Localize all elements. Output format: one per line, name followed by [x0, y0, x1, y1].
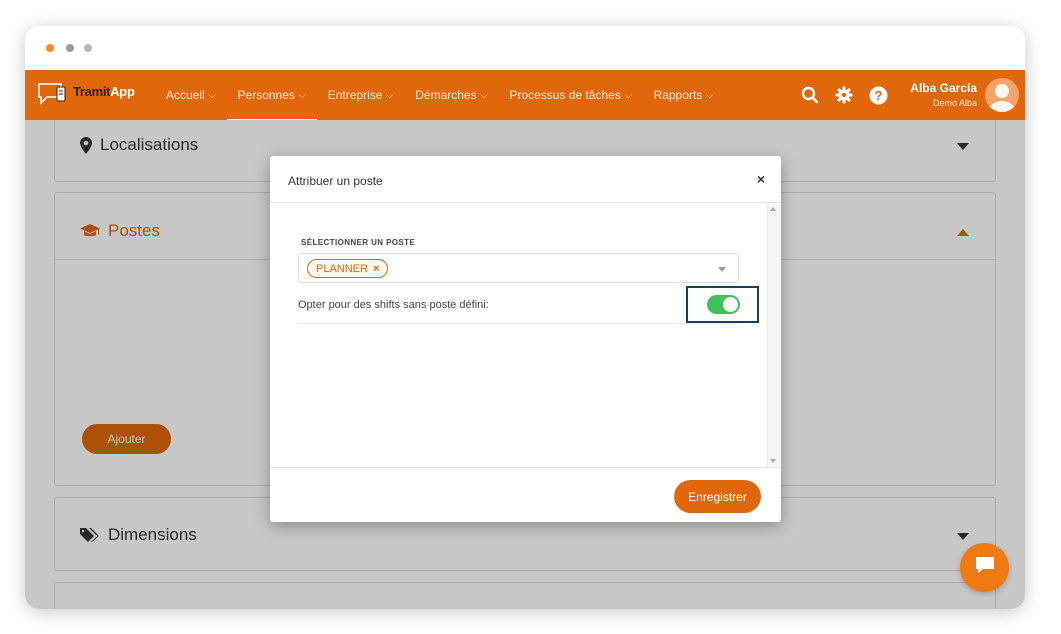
chat-launcher[interactable] [960, 543, 1009, 592]
avatar[interactable] [985, 78, 1019, 112]
nav-right-area: ? Alba García Demo Alba [785, 70, 1025, 120]
chevron-down-icon: ⌵ [298, 89, 306, 100]
user-name[interactable]: Alba García [910, 81, 977, 95]
nav-item-personnes[interactable]: Personnes ⌵ [226, 70, 317, 122]
scroll-up-icon[interactable] [770, 207, 776, 211]
logo-text: TramitApp [73, 84, 135, 99]
scroll-down-icon[interactable] [770, 459, 776, 463]
tramitapp-logo[interactable]: TramitApp [37, 82, 135, 106]
main-nav: Accueil ⌵ Personnes ⌵ Entreprise ⌵ Démarche… [155, 70, 725, 122]
modal-header: Attribuer un poste × [270, 156, 781, 203]
toggle-label: Opter pour des shifts sans poste défini: [298, 299, 489, 311]
modal-footer: Enregistrer [270, 467, 781, 522]
toggle-knob [723, 297, 738, 312]
top-navbar: TramitApp Accueil ⌵ Personnes ⌵ Entreprise… [25, 70, 1025, 122]
modal-title: Attribuer un poste [288, 174, 383, 188]
selected-tag-planner: PLANNER × [307, 259, 389, 278]
nav-item-accueil[interactable]: Accueil ⌵ [155, 70, 227, 120]
select-poste-label: SÉLECTIONNER UN POSTE [301, 238, 416, 247]
row-divider [298, 323, 739, 324]
modal-scrollbar[interactable] [767, 204, 781, 467]
gear-icon[interactable] [833, 84, 855, 106]
chevron-down-icon: ⌵ [208, 89, 216, 100]
assign-poste-modal: Attribuer un poste × SÉLECTIONNER UN POS… [270, 156, 781, 522]
nav-item-rapports[interactable]: Rapports ⌵ [643, 70, 725, 120]
close-icon[interactable]: × [757, 171, 765, 187]
shifts-sans-poste-toggle[interactable] [707, 295, 740, 314]
save-button[interactable]: Enregistrer [674, 480, 761, 513]
chevron-down-icon: ⌵ [624, 89, 632, 100]
chat-icon [974, 555, 996, 580]
modal-body: SÉLECTIONNER UN POSTE PLANNER × Opter pou… [270, 204, 781, 467]
window-titlebar [25, 26, 1025, 70]
user-company: Demo Alba [932, 98, 977, 108]
chevron-down-icon[interactable] [718, 267, 726, 272]
nav-item-entreprise[interactable]: Entreprise ⌵ [317, 70, 405, 120]
search-icon[interactable] [799, 84, 821, 106]
nav-item-processus[interactable]: Processus de tâches ⌵ [498, 70, 642, 120]
logo-speech-icon [38, 83, 66, 105]
help-icon[interactable]: ? [867, 84, 889, 106]
chevron-down-icon: ⌵ [480, 89, 488, 100]
chevron-down-icon: ⌵ [706, 89, 714, 100]
browser-window: TramitApp Accueil ⌵ Personnes ⌵ Entreprise… [25, 26, 1025, 609]
close-window-dot[interactable] [46, 44, 54, 52]
chevron-down-icon: ⌵ [386, 89, 394, 100]
minimize-window-dot[interactable] [66, 44, 74, 52]
maximize-window-dot[interactable] [84, 44, 92, 52]
poste-select[interactable]: PLANNER × [298, 253, 739, 283]
nav-item-demarches[interactable]: Démarches ⌵ [404, 70, 498, 120]
remove-tag-icon[interactable]: × [373, 263, 379, 275]
svg-text:?: ? [874, 88, 882, 103]
